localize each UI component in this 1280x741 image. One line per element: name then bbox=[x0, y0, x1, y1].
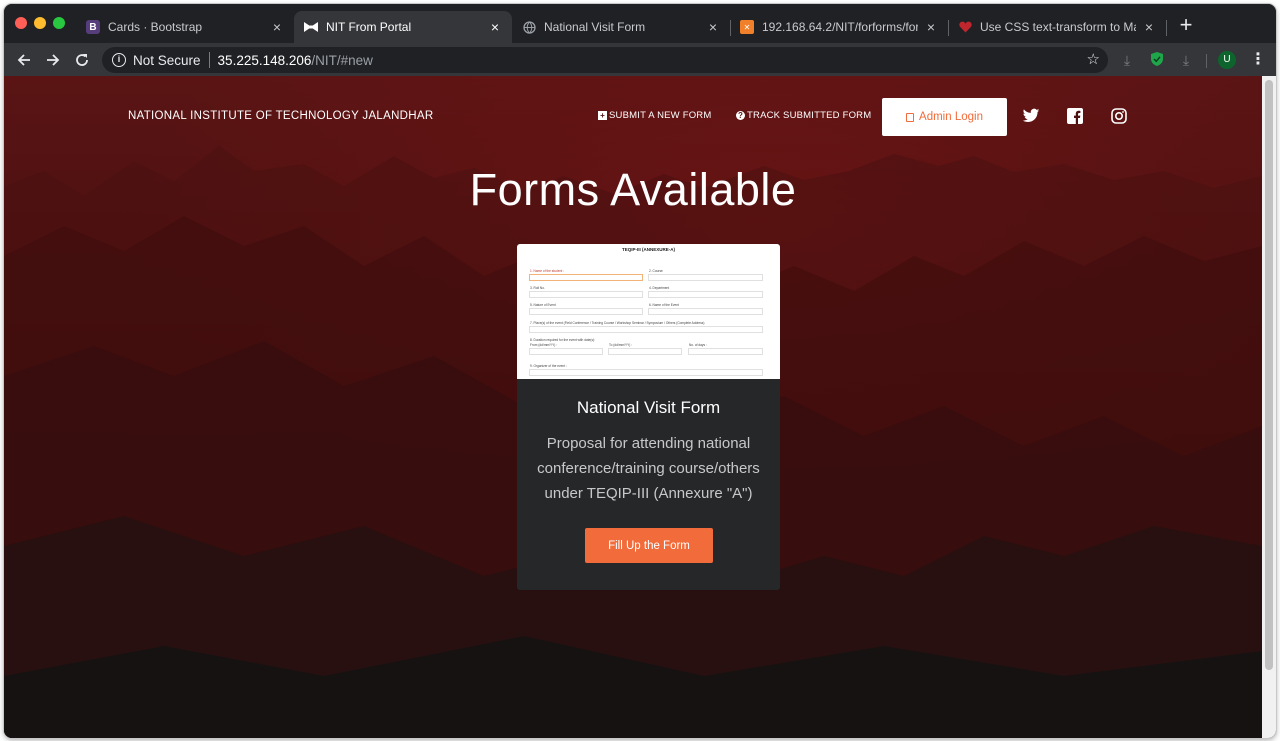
close-tab-icon[interactable]: × bbox=[488, 19, 502, 35]
security-label: Not Secure bbox=[133, 52, 201, 68]
close-tab-icon[interactable]: × bbox=[1142, 19, 1156, 35]
twitter-icon[interactable] bbox=[1022, 107, 1040, 125]
shield-extension-icon[interactable] bbox=[1148, 51, 1166, 69]
scrollbar-thumb[interactable] bbox=[1265, 80, 1273, 670]
browser-window: B Cards · Bootstrap × NIT From Portal × … bbox=[4, 4, 1276, 738]
question-circle-icon: ? bbox=[736, 111, 745, 120]
card-title: National Visit Form bbox=[576, 398, 721, 417]
close-window-button[interactable] bbox=[15, 17, 27, 29]
bootstrap-logo-icon: B bbox=[86, 20, 100, 34]
tab-national-visit-form[interactable]: National Visit Form × bbox=[512, 11, 730, 43]
minimize-window-button[interactable] bbox=[34, 17, 46, 29]
nav-track-submitted-form[interactable]: ? TRACK SUBMITTED FORM bbox=[736, 110, 871, 121]
heart-icon bbox=[958, 20, 972, 34]
xampp-icon: ✕ bbox=[740, 20, 754, 34]
forward-arrow-icon[interactable] bbox=[43, 50, 63, 70]
new-tab-button[interactable]: + bbox=[1176, 14, 1196, 36]
close-tab-icon[interactable]: × bbox=[706, 19, 720, 35]
tab-css-text-transform[interactable]: Use CSS text-transform to Mani × bbox=[948, 11, 1166, 43]
avatar[interactable]: U bbox=[1218, 51, 1236, 69]
close-tab-icon[interactable]: × bbox=[270, 19, 284, 35]
tab-cards-bootstrap[interactable]: B Cards · Bootstrap × bbox=[76, 11, 294, 43]
card-description: Proposal for attending national conferen… bbox=[537, 435, 760, 502]
download-icon[interactable]: ⤓ bbox=[1118, 51, 1136, 69]
fill-up-form-button[interactable]: Fill Up the Form bbox=[585, 528, 713, 563]
url-path: /NIT/#new bbox=[311, 52, 373, 68]
browser-toolbar: i Not Secure 35.225.148.206 /NIT/#new ☆ … bbox=[4, 43, 1276, 76]
facebook-icon[interactable] bbox=[1067, 107, 1085, 125]
plus-square-icon: + bbox=[598, 111, 607, 120]
reload-icon[interactable] bbox=[72, 50, 92, 70]
nav-submit-new-form[interactable]: + SUBMIT A NEW FORM bbox=[598, 110, 711, 121]
close-tab-icon[interactable]: × bbox=[924, 19, 938, 35]
tab-nit-from-portal[interactable]: NIT From Portal × bbox=[294, 11, 512, 43]
page-title: Forms Available bbox=[469, 164, 797, 215]
globe-icon bbox=[522, 20, 536, 34]
download-icon[interactable]: ⤓ bbox=[1177, 51, 1195, 69]
address-bar[interactable]: i Not Secure 35.225.148.206 /NIT/#new ☆ bbox=[102, 47, 1108, 73]
bookmark-star-icon[interactable]: ☆ bbox=[1087, 50, 1100, 68]
maximize-window-button[interactable] bbox=[53, 17, 65, 29]
page-viewport: NATIONAL INSTITUTE OF TECHNOLOGY JALANDH… bbox=[4, 76, 1262, 738]
form-card: TEQIP-III (ANNEXURE-A) 1. Name of the st… bbox=[517, 244, 780, 590]
bowtie-icon bbox=[304, 20, 318, 34]
tab-strip: B Cards · Bootstrap × NIT From Portal × … bbox=[4, 4, 1276, 43]
lock-icon bbox=[906, 112, 915, 122]
tab-xampp-form[interactable]: ✕ 192.168.64.2/NIT/forforms/form × bbox=[730, 11, 948, 43]
form-preview-image: TEQIP-III (ANNEXURE-A) 1. Name of the st… bbox=[517, 244, 780, 379]
info-icon[interactable]: i bbox=[112, 53, 126, 67]
url-host: 35.225.148.206 bbox=[217, 52, 312, 68]
admin-login-button[interactable]: Admin Login bbox=[882, 98, 1007, 136]
menu-kebab-icon[interactable]: ⋮ bbox=[1250, 51, 1266, 69]
instagram-icon[interactable] bbox=[1111, 107, 1129, 125]
back-arrow-icon[interactable] bbox=[14, 50, 34, 70]
site-brand[interactable]: NATIONAL INSTITUTE OF TECHNOLOGY JALANDH… bbox=[128, 110, 433, 122]
